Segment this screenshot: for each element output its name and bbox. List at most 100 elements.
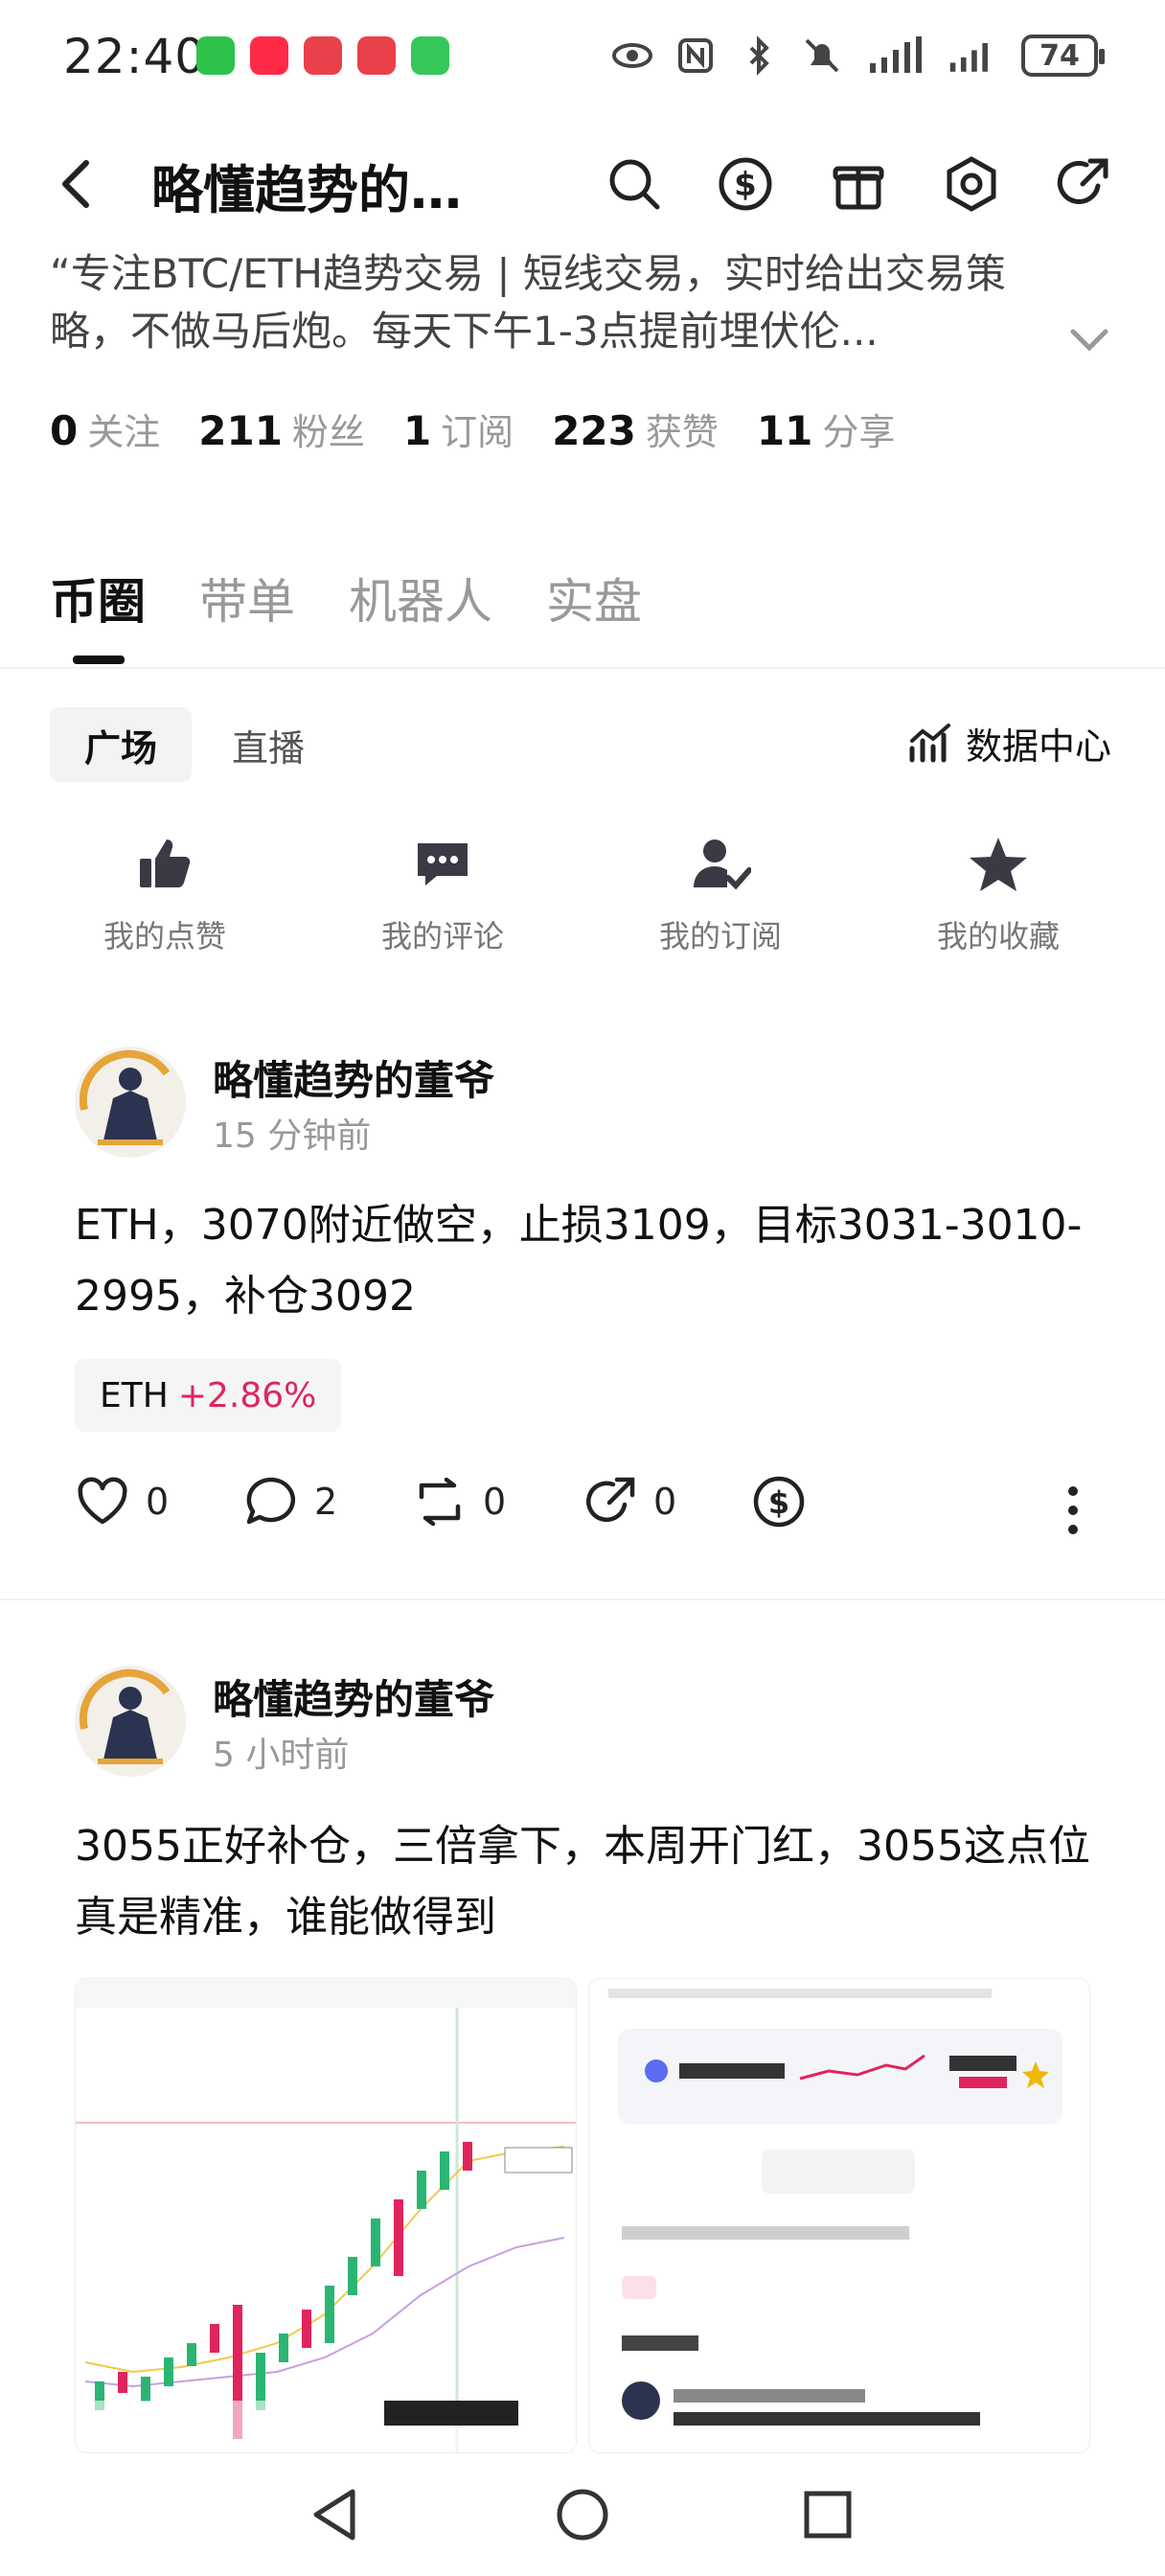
dollar-icon: $ xyxy=(753,1476,805,1528)
stat-number: 223 xyxy=(552,407,636,454)
tab-copy-trading[interactable]: 带单 xyxy=(199,564,295,632)
stat-following[interactable]: 0 关注 xyxy=(50,402,160,455)
top-header: 略懂趋势的… $ xyxy=(0,134,1165,230)
signal-icon xyxy=(870,36,922,73)
tab-bots[interactable]: 机器人 xyxy=(349,564,492,632)
avatar[interactable] xyxy=(75,1046,186,1158)
settings-icon[interactable] xyxy=(943,155,1000,213)
coin-tag[interactable]: ETH +2.86% xyxy=(75,1359,342,1432)
status-bar: 22:40 74 xyxy=(0,0,1165,115)
bluetooth-icon xyxy=(749,35,769,76)
status-time: 22:40 xyxy=(63,29,207,84)
home-circle-icon[interactable] xyxy=(552,2484,613,2545)
search-icon[interactable] xyxy=(605,155,663,213)
back-button[interactable] xyxy=(54,157,100,211)
quick-action-label: 我的评论 xyxy=(380,918,504,954)
repost-button[interactable]: 0 xyxy=(412,1474,506,1530)
candlestick-chart-image xyxy=(76,1979,576,2452)
quick-action-comments[interactable]: 我的评论 xyxy=(347,834,538,956)
stat-label: 粉丝 xyxy=(291,411,365,453)
heart-icon xyxy=(78,1477,127,1525)
quick-action-subscriptions[interactable]: 我的订阅 xyxy=(625,834,816,956)
comment-icon xyxy=(418,843,468,886)
coin-change: +2.86% xyxy=(177,1375,317,1415)
star-icon xyxy=(970,838,1027,891)
quick-action-favorites[interactable]: 我的收藏 xyxy=(902,834,1094,956)
svg-text:$: $ xyxy=(768,1484,789,1521)
avatar-image xyxy=(75,1046,186,1158)
app-icon xyxy=(357,36,396,75)
stat-likes[interactable]: 223 获赞 xyxy=(552,402,719,455)
divider xyxy=(0,667,1165,669)
battery-icon: 74 xyxy=(1021,34,1105,77)
svg-text:$: $ xyxy=(734,166,757,204)
post-time: 15 分钟前 xyxy=(213,1116,372,1156)
xiaohongshu-icon xyxy=(250,36,288,75)
share-icon[interactable] xyxy=(1054,155,1111,213)
thumbs-up-icon xyxy=(140,840,191,887)
share-button[interactable]: 0 xyxy=(582,1474,676,1530)
eye-icon xyxy=(612,43,652,68)
chevron-down-icon[interactable] xyxy=(1065,320,1113,358)
stat-label: 获赞 xyxy=(645,411,719,453)
app-screenshot-image xyxy=(589,1979,1089,2452)
tab-crypto[interactable]: 币圈 xyxy=(50,564,146,632)
app-icon xyxy=(304,36,342,75)
mute-icon xyxy=(805,38,839,73)
quick-action-label: 我的订阅 xyxy=(658,918,782,954)
post-author[interactable]: 略懂趋势的董爷 xyxy=(213,1668,494,1726)
stat-label: 分享 xyxy=(822,411,896,453)
post-image-screenshot[interactable] xyxy=(588,1978,1090,2453)
stat-label: 订阅 xyxy=(441,411,514,453)
wechat-icon xyxy=(196,36,235,75)
stat-number: 11 xyxy=(756,407,813,454)
share-icon xyxy=(586,1477,635,1522)
more-options-icon[interactable] xyxy=(1056,1482,1090,1539)
coin-symbol: ETH xyxy=(100,1375,169,1415)
post-actions: 0 2 0 0 $ xyxy=(75,1474,1090,1551)
comment-count: 2 xyxy=(314,1481,338,1523)
comment-button[interactable]: 2 xyxy=(243,1474,337,1530)
data-center-label: 数据中心 xyxy=(965,725,1111,768)
stat-shares[interactable]: 11 分享 xyxy=(757,402,895,455)
post-text: 3055正好补仓，三倍拿下，本周开门红，3055这点位真是精准，谁能做得到 xyxy=(75,1822,1090,1942)
repost-count: 0 xyxy=(483,1481,507,1523)
avatar-image xyxy=(75,1666,186,1777)
back-triangle-icon[interactable] xyxy=(305,2484,366,2545)
data-center-button[interactable]: 数据中心 xyxy=(908,717,1111,770)
nfc-icon xyxy=(678,38,713,73)
profile-bio: “专注BTC/ETH趋势交易 | 短线交易，实时给出交易策略，不做马后炮。每天下… xyxy=(50,250,1006,355)
active-tab-indicator xyxy=(73,656,125,664)
stat-number: 1 xyxy=(402,407,432,454)
subtab-live[interactable]: 直播 xyxy=(197,707,339,782)
tip-button[interactable]: $ xyxy=(751,1474,807,1530)
like-count: 0 xyxy=(146,1481,170,1523)
chart-icon xyxy=(909,723,950,762)
share-count: 0 xyxy=(653,1481,677,1523)
repost-icon xyxy=(419,1477,461,1527)
battery-level: 74 xyxy=(1039,38,1080,73)
profile-stats: 0 关注 211 粉丝 1 订阅 223 获赞 11 分享 xyxy=(50,402,933,455)
stat-number: 0 xyxy=(50,407,79,454)
quick-action-likes[interactable]: 我的点赞 xyxy=(69,834,261,956)
recents-square-icon[interactable] xyxy=(797,2484,858,2545)
like-button[interactable]: 0 xyxy=(75,1474,169,1530)
subtab-square[interactable]: 广场 xyxy=(50,707,193,782)
stat-followers[interactable]: 211 粉丝 xyxy=(198,402,365,455)
avatar[interactable] xyxy=(75,1666,186,1777)
status-system-icons: 74 xyxy=(611,34,1105,77)
stat-subscriptions[interactable]: 1 订阅 xyxy=(403,402,514,455)
stat-number: 211 xyxy=(198,407,283,454)
post-image-chart[interactable] xyxy=(75,1978,577,2453)
post-text: ETH，3070附近做空，止损3109，目标3031-3010-2995，补仓3… xyxy=(75,1201,1083,1321)
post-author[interactable]: 略懂趋势的董爷 xyxy=(213,1048,494,1107)
divider xyxy=(0,1598,1165,1600)
wechat-icon xyxy=(411,36,449,75)
gift-icon[interactable] xyxy=(830,155,887,213)
signal-icon-2 xyxy=(949,42,988,72)
dollar-icon[interactable]: $ xyxy=(717,155,774,213)
status-app-icons xyxy=(196,36,449,75)
subscribe-icon xyxy=(694,840,751,890)
tab-live-trading[interactable]: 实盘 xyxy=(546,564,642,632)
main-tabs: 币圈 带单 机器人 实盘 xyxy=(50,564,642,632)
